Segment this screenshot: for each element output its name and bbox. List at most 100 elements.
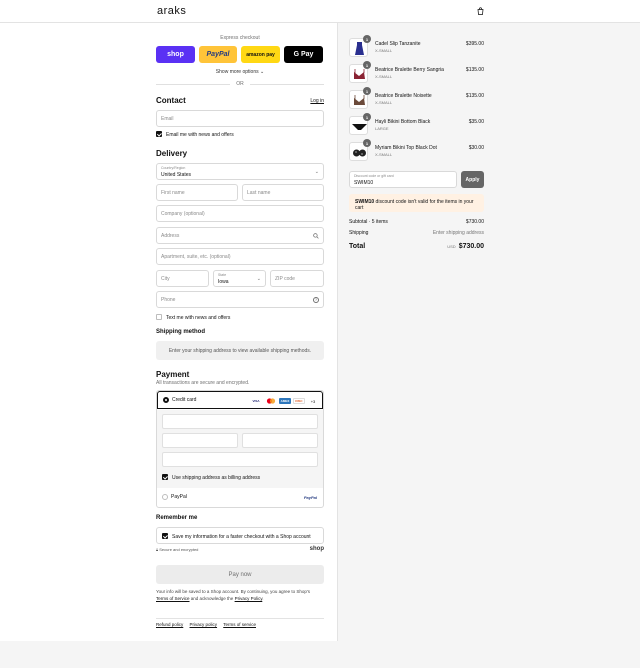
security-code-field[interactable] <box>242 433 318 448</box>
item-price: $135.00 <box>465 93 484 99</box>
refund-policy-link[interactable]: Refund policy <box>156 622 183 627</box>
item-price: $30.00 <box>468 145 484 151</box>
last-name-placeholder: Last name <box>247 190 271 196</box>
company-field[interactable]: Company (optional) <box>156 205 324 222</box>
billing-address-checkbox[interactable] <box>162 474 168 480</box>
item-price: $395.00 <box>465 41 484 47</box>
save-info-checkbox[interactable] <box>162 533 168 539</box>
chevron-down-icon: ⌄ <box>256 276 261 282</box>
footer-links: Refund policy Privacy policy Terms of se… <box>156 622 261 627</box>
discount-label: Discount code or gift card <box>354 174 394 178</box>
total-value: $730.00 <box>458 243 484 250</box>
quantity-badge: 1 <box>363 35 371 43</box>
last-name-field[interactable]: Last name <box>242 184 324 201</box>
visa-icon: VISA <box>252 399 260 403</box>
state-select[interactable]: State Iowa ⌄ <box>213 270 266 287</box>
page-bottom <box>0 641 640 668</box>
shop-pay-button[interactable]: shop <box>156 46 195 63</box>
quantity-badge: 1 <box>363 139 371 147</box>
shipping-method-title: Shipping method <box>156 329 205 335</box>
total-row: Total USD $730.00 <box>349 243 484 250</box>
email-news-label: Email me with news and offers <box>166 132 234 138</box>
name-on-card-field[interactable] <box>162 452 318 467</box>
chevron-down-icon: ⌄ <box>260 69 265 75</box>
item-variant: X-SMALL <box>375 100 393 105</box>
payment-options: Credit card VISA AMEX DISC +3 Use shippi… <box>156 390 324 508</box>
item-price: $135.00 <box>465 67 484 73</box>
company-placeholder: Company (optional) <box>161 211 205 217</box>
amex-icon: AMEX <box>279 398 291 404</box>
mastercard-icon <box>265 398 277 404</box>
quantity-badge: 1 <box>363 61 371 69</box>
footer-divider <box>156 618 324 619</box>
credit-card-radio[interactable] <box>163 397 169 403</box>
item-variant: X-SMALL <box>375 74 393 79</box>
item-price: $35.00 <box>468 119 484 125</box>
pay-now-button[interactable]: Pay now <box>156 565 324 584</box>
show-more-label: Show more options <box>215 69 259 75</box>
product-image: 1 <box>349 35 371 57</box>
zip-placeholder: ZIP code <box>275 276 295 282</box>
subtotal-value: $730.00 <box>465 219 484 225</box>
zip-field[interactable]: ZIP code <box>270 270 324 287</box>
city-field[interactable]: City <box>156 270 209 287</box>
state-value: Iowa <box>218 279 229 285</box>
help-icon[interactable]: ? <box>313 297 319 303</box>
expiration-field[interactable] <box>162 433 238 448</box>
product-image: 1 <box>349 139 371 161</box>
credit-card-option[interactable]: Credit card VISA AMEX DISC +3 <box>157 391 323 409</box>
paypal-option-label[interactable]: PayPal <box>171 494 187 500</box>
product-image: 1 <box>349 61 371 83</box>
discount-warning: SWIM10 discount code isn't valid for the… <box>349 194 484 212</box>
privacy-link[interactable]: Privacy Policy <box>235 596 263 601</box>
quantity-badge: 1 <box>363 113 371 121</box>
item-name: Cadel Slip Tanzanite <box>375 41 421 47</box>
cart-item: 1 Myriam Bikini Top Black Dot X-SMALL $3… <box>349 139 484 162</box>
shipping-label: Shipping <box>349 230 369 236</box>
email-field[interactable]: Email <box>156 110 324 127</box>
phone-placeholder: Phone <box>161 297 176 303</box>
privacy-policy-link[interactable]: Privacy policy <box>190 622 218 627</box>
address-field[interactable]: Address <box>156 227 324 244</box>
save-info-option[interactable]: Save my information for a faster checkou… <box>156 527 324 544</box>
text-news-label: Text me with news and offers <box>166 315 231 321</box>
discount-code-field[interactable]: Discount code or gift card SWIM10 <box>349 171 457 188</box>
country-select[interactable]: Country/Region United States ⌄ <box>156 163 324 180</box>
first-name-field[interactable]: First name <box>156 184 238 201</box>
product-image: 1 <box>349 87 371 109</box>
subtotal-label: Subtotal · 5 items <box>349 219 388 225</box>
billing-address-label: Use shipping address as billing address <box>172 475 261 481</box>
terms-link[interactable]: Terms of Service <box>156 596 190 601</box>
email-news-checkbox[interactable] <box>156 131 162 137</box>
credit-card-label: Credit card <box>172 397 197 403</box>
payment-subtitle: All transactions are secure and encrypte… <box>156 380 250 386</box>
amazon-pay-button[interactable]: amazon pay <box>241 46 280 63</box>
shopping-bag-icon[interactable] <box>477 7 484 15</box>
card-number-field[interactable] <box>162 414 318 429</box>
legal-and: and acknowledge the <box>190 596 234 601</box>
paypal-radio[interactable] <box>162 494 168 500</box>
shipping-row: Shipping Enter shipping address <box>349 230 484 236</box>
phone-field[interactable]: Phone ? <box>156 291 324 308</box>
show-more-options[interactable]: Show more options ⌄ <box>156 69 324 75</box>
shipping-method-message: Enter your shipping address to view avai… <box>156 341 324 360</box>
city-placeholder: City <box>161 276 170 282</box>
header: araks <box>0 0 640 23</box>
lock-icon: 🔒︎ <box>156 547 159 552</box>
legal-text: Your info will be saved to a Shop accoun… <box>156 588 324 602</box>
google-pay-button[interactable]: G Pay <box>284 46 323 63</box>
item-name: Beatrice Bralette Noisette <box>375 93 432 99</box>
login-link[interactable]: Log in <box>310 98 324 104</box>
shop-logo: shop <box>309 546 324 552</box>
text-news-checkbox[interactable] <box>156 314 162 320</box>
payment-title: Payment <box>156 370 190 379</box>
shipping-value: Enter shipping address <box>432 230 484 236</box>
apartment-field[interactable]: Apartment, suite, etc. (optional) <box>156 248 324 265</box>
save-info-label: Save my information for a faster checkou… <box>172 534 311 540</box>
terms-of-service-link[interactable]: Terms of service <box>223 622 256 627</box>
apply-discount-button[interactable]: Apply <box>461 171 484 188</box>
store-logo[interactable]: araks <box>157 5 186 17</box>
search-icon <box>313 233 319 239</box>
total-label: Total <box>349 243 366 250</box>
paypal-button[interactable]: PayPal <box>199 46 237 63</box>
